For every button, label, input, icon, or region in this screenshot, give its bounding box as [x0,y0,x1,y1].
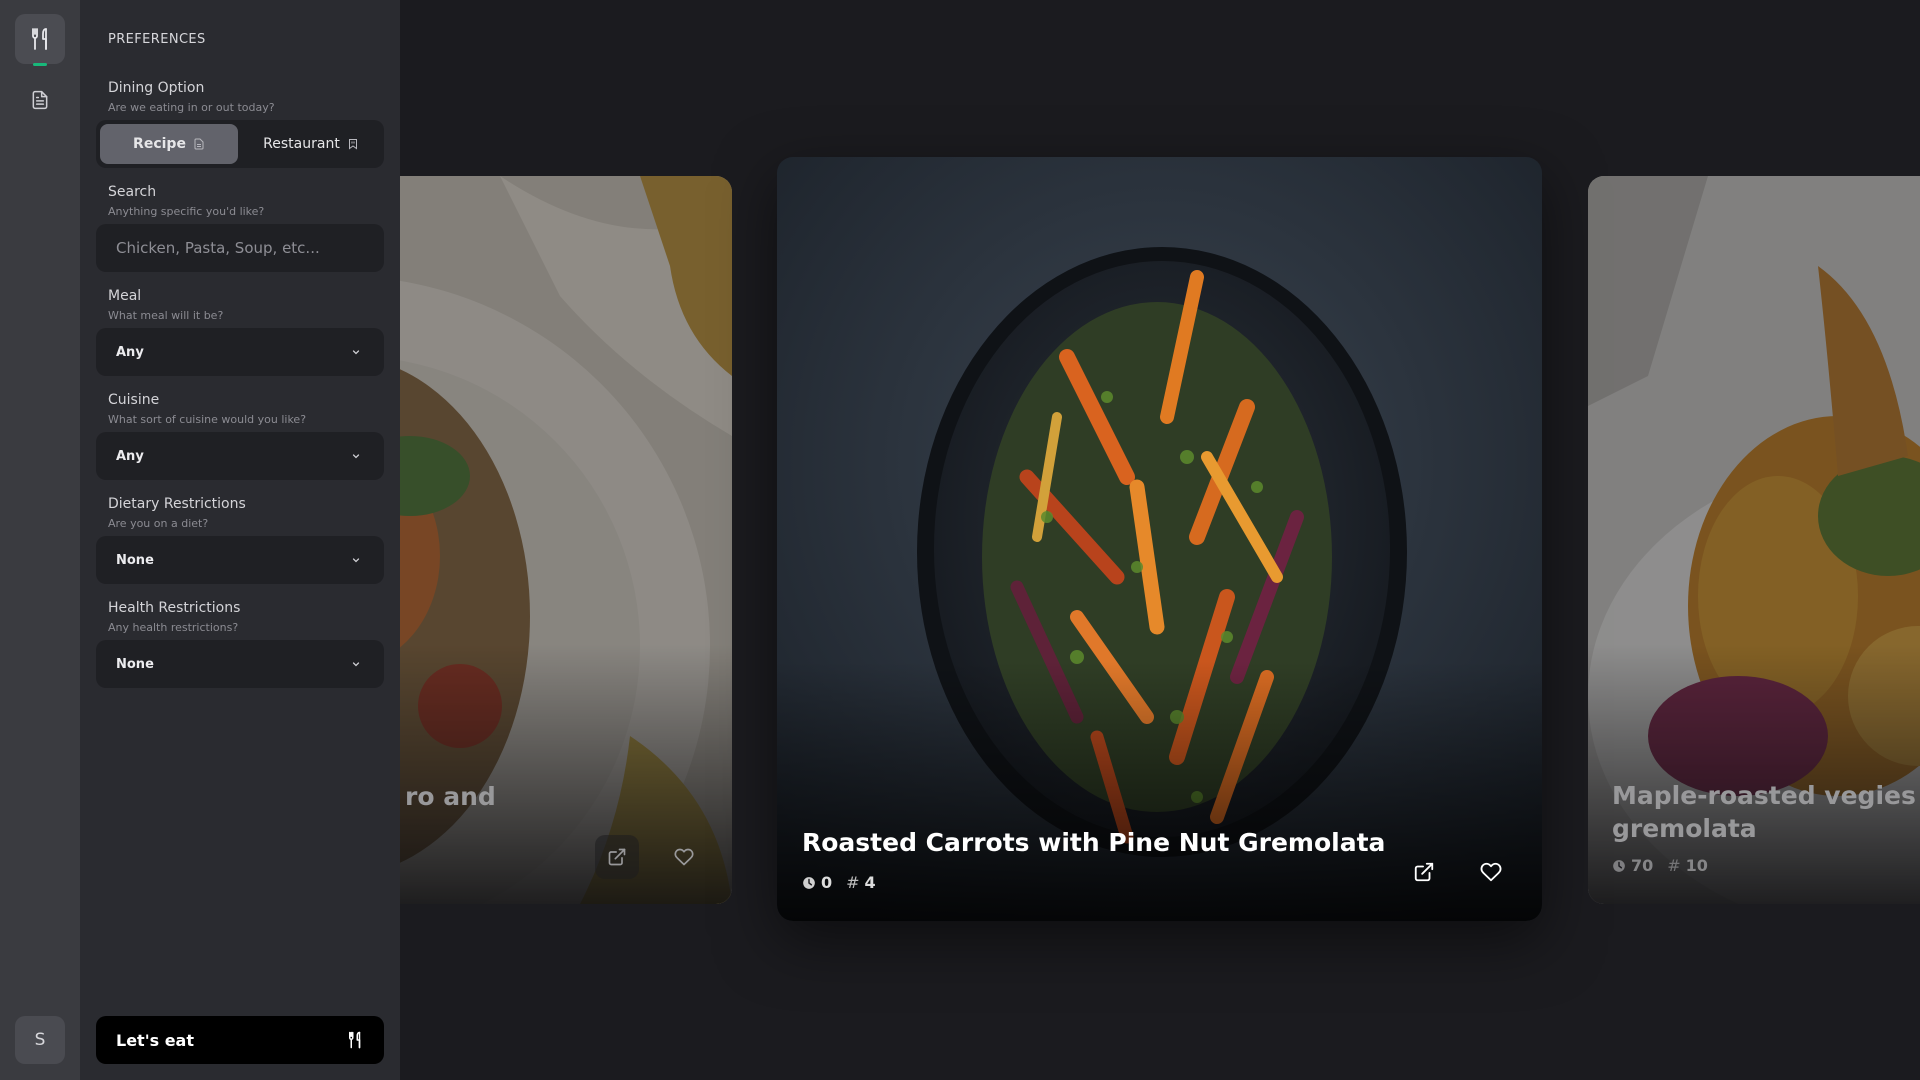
recipe-card-meta: 0 # 4 [802,873,876,892]
chevron-down-icon [352,350,360,355]
cook-time: 0 [802,873,832,892]
ingredient-count-value: 4 [864,873,876,892]
recipe-card-title: Roasted Carrots with Pine Nut Gremolata [802,828,1386,857]
document-icon [32,90,48,110]
recipe-carousel: ro and Roasted Carrots with Pine Nut Gre… [400,0,1920,1080]
recipe-card-title-line: gremolata [1612,813,1757,843]
recipe-card-title: ro and [405,782,496,811]
cook-time-value: 0 [821,873,833,892]
avatar-initial: S [34,1030,46,1050]
dietary-value: None [116,552,154,568]
chevron-down-icon [352,558,360,563]
recipe-card-current[interactable]: Roasted Carrots with Pine Nut Gremolata … [777,157,1542,921]
health-hint: Any health restrictions? [108,621,239,634]
ingredient-count: # 10 [1667,856,1708,875]
lets-eat-button[interactable]: Let's eat [96,1016,384,1064]
meal-select[interactable]: Any [96,328,384,376]
recipe-option-label: Recipe [133,136,186,152]
lets-eat-label: Let's eat [116,1030,194,1050]
cuisine-hint: What sort of cuisine would you like? [108,413,307,426]
document-icon [194,138,204,150]
dining-option-toggle: Recipe Restaurant [96,120,384,168]
favorite-button[interactable] [1469,850,1513,894]
search-hint: Anything specific you'd like? [108,205,265,218]
recipe-card-title: Maple-roasted vegies with gremolata [1612,780,1920,845]
heart-icon [1480,862,1502,882]
utensils-icon [349,1031,361,1049]
search-label: Search [108,184,157,200]
chevron-down-icon [352,454,360,459]
rail-item-documents[interactable] [15,75,65,125]
health-label: Health Restrictions [108,600,241,616]
panel-title: PREFERENCES [108,32,206,47]
user-avatar[interactable]: S [15,1016,65,1064]
cuisine-select[interactable]: Any [96,432,384,480]
health-value: None [116,656,154,672]
recipe-option-button[interactable]: Recipe [100,124,238,164]
open-recipe-button[interactable] [1402,850,1446,894]
meal-label: Meal [108,288,142,304]
recipe-card-title-line: Maple-roasted vegies with [1612,781,1920,810]
external-link-icon [1414,862,1434,882]
heart-icon [674,848,694,866]
clock-icon [1613,859,1625,872]
utensils-icon [32,28,47,50]
rail-item-recipes[interactable] [15,14,65,64]
restaurant-option-label: Restaurant [263,136,340,152]
hash-icon: # [846,873,860,892]
meal-value: Any [116,344,144,360]
dining-option-hint: Are we eating in or out today? [108,101,275,114]
dietary-select[interactable]: None [96,536,384,584]
external-link-icon [608,848,626,866]
cook-time-value: 70 [1631,856,1654,875]
restaurant-option-button[interactable]: Restaurant [242,124,380,164]
recipe-card-previous[interactable]: ro and [400,176,732,904]
dining-option-label: Dining Option [108,80,205,96]
favorite-button[interactable] [662,835,706,879]
ingredient-count-value: 10 [1685,856,1708,875]
icon-rail: S [0,0,80,1080]
recipe-card-meta: 70 # 10 [1612,856,1708,875]
meal-hint: What meal will it be? [108,309,224,322]
health-select[interactable]: None [96,640,384,688]
chevron-down-icon [352,662,360,667]
bookmark-icon [348,139,357,150]
dietary-hint: Are you on a diet? [108,517,209,530]
active-indicator [33,63,47,66]
dietary-label: Dietary Restrictions [108,496,246,512]
search-input[interactable] [96,224,384,272]
cuisine-value: Any [116,448,144,464]
open-recipe-button[interactable] [595,835,639,879]
ingredient-count: # 4 [846,873,876,892]
cuisine-label: Cuisine [108,392,160,408]
preferences-panel: PREFERENCES Dining Option Are we eating … [80,0,400,1080]
cook-time: 70 [1612,856,1653,875]
clock-icon [803,876,815,889]
recipe-card-next[interactable]: Maple-roasted vegies with gremolata 70 #… [1588,176,1920,904]
hash-icon: # [1667,856,1681,875]
